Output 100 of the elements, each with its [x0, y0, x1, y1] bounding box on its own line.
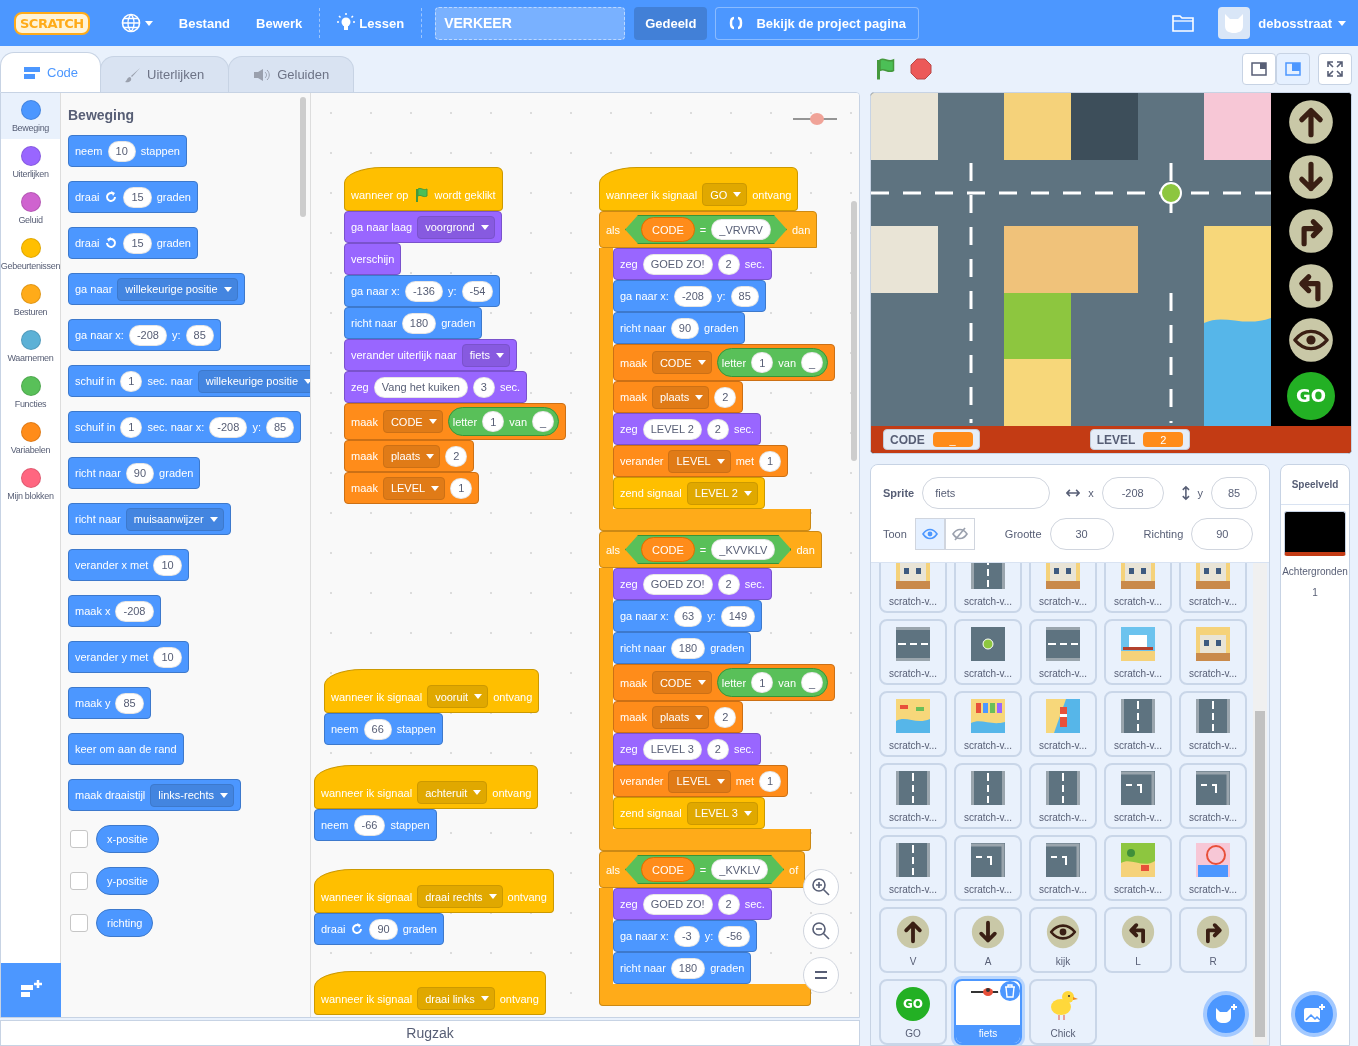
operator-block[interactable]: CODE = _KVKLV — [625, 855, 785, 884]
text-input[interactable]: 2 — [706, 738, 729, 760]
sprite-tile[interactable]: scratch-v... — [1179, 763, 1247, 829]
text-input[interactable]: 1 — [751, 672, 774, 693]
sprite-tile[interactable]: L — [1104, 907, 1172, 973]
add-backdrop-button[interactable] — [1291, 991, 1337, 1037]
text-input[interactable]: _ — [801, 672, 824, 693]
code-block[interactable]: maak CODE letter 1 van _ — [344, 403, 567, 440]
text-input[interactable]: 2 — [717, 893, 740, 915]
code-block[interactable]: maak y 85 — [68, 687, 151, 719]
sprite-tile[interactable]: scratch-v... — [1029, 563, 1097, 613]
dropdown-menu[interactable]: links-rechts — [150, 783, 234, 807]
folder-icon[interactable] — [1172, 14, 1195, 32]
text-input[interactable]: _KVVKLV — [711, 539, 776, 560]
category-item[interactable]: Functies — [1, 369, 60, 415]
text-input[interactable]: -136 — [404, 280, 443, 302]
eye-icon[interactable] — [1288, 317, 1334, 364]
code-block[interactable]: draai 15 graden — [68, 181, 198, 213]
code-block[interactable]: ga naar x: -208 y: 85 — [68, 319, 221, 351]
text-input[interactable]: GOED ZO! — [642, 253, 713, 275]
text-input[interactable]: -66 — [353, 814, 386, 836]
fullscreen-button[interactable] — [1318, 53, 1352, 85]
text-input[interactable]: 85 — [265, 416, 295, 438]
sprite-tile[interactable]: Chick — [1029, 979, 1097, 1045]
code-block[interactable]: richt naar 90 graden — [613, 312, 746, 344]
text-input[interactable]: LEVEL 3 — [642, 738, 702, 760]
text-input[interactable]: 85 — [185, 324, 214, 346]
code-block[interactable]: ga naar x: -136 y: -54 — [344, 275, 501, 307]
code-block[interactable]: zeg Vang het kuiken 3 sec. — [344, 371, 528, 403]
code-block[interactable]: neem -66 stappen — [314, 809, 437, 841]
sprite-tile[interactable]: scratch-v... — [1029, 835, 1097, 901]
turn-right-icon[interactable] — [1196, 915, 1230, 949]
x-field[interactable]: -208 — [1101, 477, 1164, 509]
text-input[interactable]: 1 — [120, 370, 143, 392]
code-block[interactable]: maak CODE letter 1 van _ — [613, 664, 836, 701]
text-input[interactable]: 90 — [125, 462, 155, 484]
code-block[interactable]: ga naar laag voorgrond — [344, 211, 502, 243]
share-button[interactable]: Gedeeld — [634, 6, 708, 40]
sprite-tile[interactable]: scratch-v... — [879, 835, 947, 901]
dropdown-menu[interactable]: fiets — [461, 343, 510, 367]
sprite-tile[interactable]: scratch-v... — [1029, 619, 1097, 685]
arrow-down-icon[interactable] — [1288, 153, 1334, 200]
text-input[interactable]: -208 — [673, 285, 712, 307]
text-input[interactable]: 1 — [482, 411, 505, 432]
zoom-out-button[interactable] — [803, 913, 839, 949]
size-field[interactable]: 30 — [1049, 518, 1114, 550]
operator-block[interactable]: letter 1 van _ — [716, 668, 829, 697]
category-item[interactable]: Waarnemen — [1, 323, 60, 369]
if-block[interactable]: als CODE = _VRVRV dan — [599, 211, 818, 248]
show-button[interactable] — [914, 518, 945, 550]
editor-tab[interactable]: Geluiden — [228, 56, 355, 92]
code-block[interactable]: richt naar 180 graden — [344, 307, 483, 339]
code-block[interactable]: neem 10 stappen — [68, 135, 187, 167]
code-block[interactable]: schuif in 1 sec. naar x: -208 y: 85 — [68, 411, 302, 443]
text-input[interactable]: _VRVRV — [711, 219, 771, 240]
code-block[interactable]: ga naar x: -208 y: 85 — [613, 280, 766, 312]
text-input[interactable]: 180 — [401, 312, 437, 334]
scrollbar[interactable] — [300, 97, 306, 217]
text-input[interactable]: _KVKLV — [711, 859, 769, 880]
code-block[interactable]: maak LEVEL 1 — [344, 472, 480, 504]
direction-field[interactable]: 90 — [1191, 518, 1254, 550]
code-block[interactable]: zeg LEVEL 3 2 sec. — [613, 733, 762, 765]
dropdown-menu[interactable]: willekeurige positie — [117, 277, 238, 301]
text-input[interactable]: 2 — [706, 418, 729, 440]
code-block[interactable]: richt naar 90 graden — [68, 457, 201, 489]
code-block[interactable]: neem 66 stappen — [324, 713, 443, 745]
operator-block[interactable]: letter 1 van _ — [447, 407, 560, 436]
code-block[interactable]: ga naar willekeurige positie — [68, 273, 245, 305]
backpack-bar[interactable]: Rugzak — [0, 1020, 860, 1046]
code-block[interactable]: maak plaats 2 — [613, 701, 744, 733]
sprite-tile[interactable]: scratch-v... — [1029, 763, 1097, 829]
code-block[interactable]: draai 90 graden — [314, 913, 444, 945]
code-block[interactable]: zeg GOED ZO! 2 sec. — [613, 248, 772, 280]
stage-size-button[interactable] — [1242, 53, 1276, 85]
sprite-tile[interactable]: A — [954, 907, 1022, 973]
text-input[interactable]: 15 — [123, 186, 152, 208]
sprite-tile[interactable]: scratch-v... — [1179, 691, 1247, 757]
text-input[interactable]: 180 — [670, 957, 706, 979]
text-input[interactable]: 2 — [714, 386, 737, 408]
text-input[interactable]: 2 — [445, 445, 468, 467]
operator-block[interactable]: letter 1 van _ — [716, 348, 829, 377]
text-input[interactable]: 85 — [115, 692, 144, 714]
y-field[interactable]: 85 — [1211, 477, 1257, 509]
sprite-tile[interactable]: scratch-v... — [1104, 691, 1172, 757]
text-input[interactable]: Vang het kuiken — [373, 376, 468, 398]
text-input[interactable]: 90 — [670, 317, 700, 339]
sprite-name-field[interactable]: fiets — [922, 477, 1051, 509]
code-block[interactable]: draai 15 graden — [68, 227, 198, 259]
sprite-tile[interactable]: scratch-v... — [1104, 763, 1172, 829]
zoom-in-button[interactable] — [803, 869, 839, 905]
arrow-up-icon[interactable] — [1288, 99, 1334, 146]
text-input[interactable]: 1 — [120, 416, 143, 438]
code-block[interactable]: maak plaats 2 — [613, 381, 744, 413]
code-block[interactable]: maak plaats 2 — [344, 440, 475, 472]
text-input[interactable]: 180 — [670, 637, 706, 659]
text-input[interactable]: 90 — [369, 918, 398, 940]
sprite-tile[interactable]: scratch-v... — [1179, 619, 1247, 685]
sprite-tile[interactable]: scratch-v... — [879, 691, 947, 757]
checkbox[interactable] — [70, 872, 88, 890]
category-item[interactable]: Uiterlijken — [1, 139, 60, 185]
